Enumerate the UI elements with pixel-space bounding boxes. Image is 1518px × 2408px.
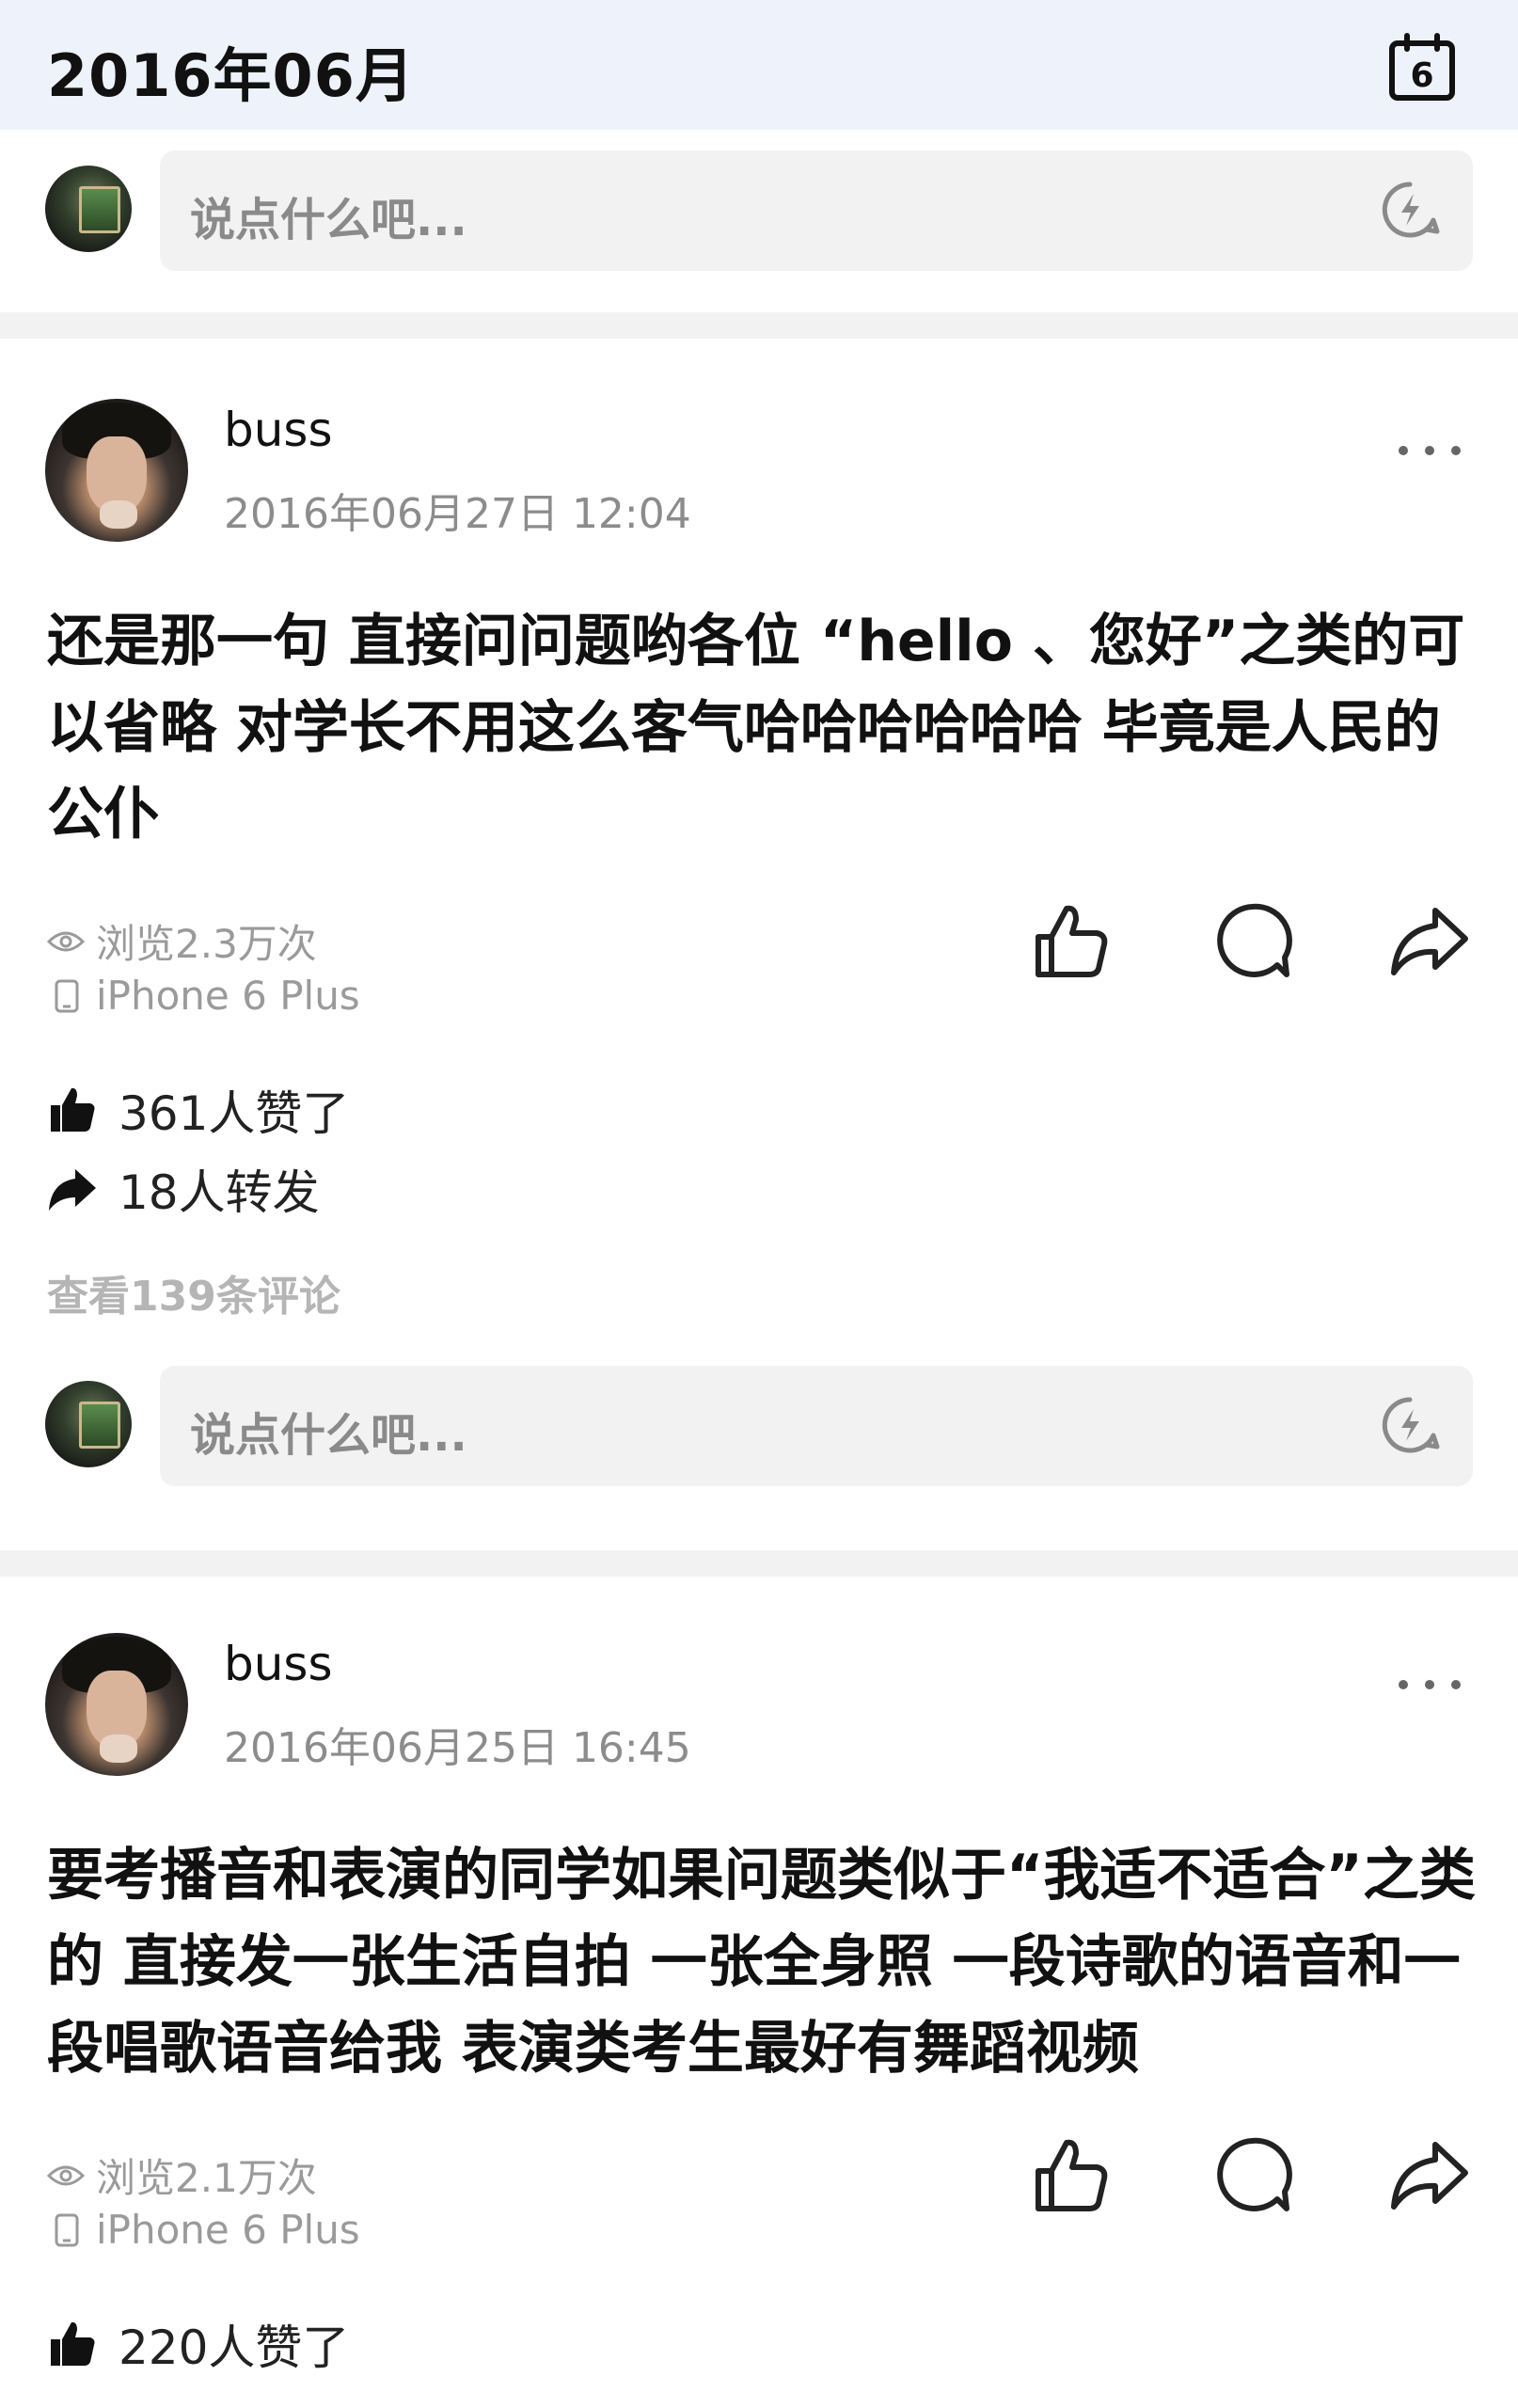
share-button[interactable] bbox=[1386, 899, 1471, 984]
author-avatar[interactable] bbox=[45, 1633, 188, 1776]
month-title: 2016年06月 bbox=[47, 41, 415, 110]
more-options-icon[interactable] bbox=[1392, 1671, 1467, 1699]
like-count-text: 361人赞了 bbox=[119, 1086, 350, 1141]
like-button[interactable] bbox=[1029, 2133, 1114, 2218]
device-text: iPhone 6 Plus bbox=[96, 973, 360, 1019]
thumbs-up-filled-icon bbox=[51, 2321, 95, 2366]
post-comment-row: 说点什么吧... bbox=[0, 1362, 1518, 1490]
calendar-day-text: 6 bbox=[1410, 56, 1433, 95]
post-timestamp: 2016年06月27日 12:04 bbox=[224, 490, 691, 538]
post-timestamp: 2016年06月25日 16:45 bbox=[224, 1724, 691, 1772]
thumbs-up-icon bbox=[1036, 2139, 1108, 2211]
comment-bubble-icon bbox=[1217, 2137, 1292, 2211]
thumbs-up-filled-icon bbox=[51, 1087, 95, 1132]
avatar[interactable] bbox=[45, 166, 132, 252]
like-count[interactable]: 361人赞了 bbox=[47, 1076, 349, 1144]
author-username[interactable]: buss bbox=[224, 403, 333, 457]
phone-icon bbox=[55, 979, 79, 1012]
like-count[interactable]: 220人赞了 bbox=[47, 2310, 349, 2378]
share-button[interactable] bbox=[1386, 2133, 1471, 2218]
top-comment-row: 说点什么吧... bbox=[0, 143, 1518, 284]
month-header: 2016年06月 6 bbox=[0, 0, 1518, 130]
calendar-icon[interactable]: 6 bbox=[1386, 32, 1458, 103]
share-arrow-icon bbox=[1391, 2142, 1468, 2210]
post-content: 要考播音和表演的同学如果问题类似于“我适不适合”之类的 直接发一张生活自拍 一张… bbox=[47, 1843, 1476, 2082]
repost-count-text: 18人转发 bbox=[119, 1165, 320, 1220]
device-info: iPhone 6 Plus bbox=[47, 2207, 360, 2253]
view-count-text: 浏览2.1万次 bbox=[96, 2155, 317, 2201]
device-text: iPhone 6 Plus bbox=[96, 2207, 360, 2253]
eye-icon bbox=[47, 931, 85, 951]
lightning-icon[interactable] bbox=[1379, 179, 1441, 241]
comment-bubble-icon bbox=[1217, 903, 1292, 977]
author-avatar[interactable] bbox=[45, 399, 188, 542]
author-username[interactable]: buss bbox=[224, 1637, 333, 1691]
like-button[interactable] bbox=[1029, 899, 1114, 984]
comment-input[interactable]: 说点什么吧... bbox=[160, 1366, 1473, 1486]
device-info: iPhone 6 Plus bbox=[47, 973, 360, 1019]
phone-icon bbox=[55, 2213, 79, 2246]
avatar[interactable] bbox=[45, 1381, 132, 1467]
view-count: 浏览2.3万次 bbox=[47, 912, 317, 970]
repost-count[interactable]: 18人转发 bbox=[47, 1155, 320, 1223]
thumbs-up-icon bbox=[1036, 905, 1108, 977]
comment-button[interactable] bbox=[1210, 2133, 1294, 2218]
post-card: buss 2016年06月27日 12:04 还是那一句 直接问问题哟各位 “h… bbox=[0, 399, 1518, 1490]
divider bbox=[0, 312, 1518, 339]
comment-placeholder: 说点什么吧... bbox=[190, 194, 467, 246]
post-card: buss 2016年06月25日 16:45 要考播音和表演的同学如果问题类似于… bbox=[0, 1633, 1518, 2408]
eye-icon bbox=[47, 2165, 85, 2185]
share-filled-icon bbox=[49, 1169, 96, 1211]
view-count: 浏览2.1万次 bbox=[47, 2147, 317, 2204]
share-arrow-icon bbox=[1391, 908, 1468, 975]
post-content: 还是那一句 直接问问题哟各位 “hello 、您好”之类的可以省略 对学长不用这… bbox=[47, 609, 1465, 848]
comment-button[interactable] bbox=[1210, 899, 1294, 984]
comment-input[interactable]: 说点什么吧... bbox=[160, 150, 1473, 271]
view-comments-link[interactable]: 查看139条评论 bbox=[47, 1262, 340, 1323]
like-count-text: 220人赞了 bbox=[119, 2321, 350, 2375]
view-count-text: 浏览2.3万次 bbox=[96, 921, 317, 967]
lightning-icon[interactable] bbox=[1379, 1394, 1441, 1456]
comment-placeholder: 说点什么吧... bbox=[190, 1409, 467, 1462]
divider bbox=[0, 1550, 1518, 1576]
more-options-icon[interactable] bbox=[1392, 436, 1467, 465]
